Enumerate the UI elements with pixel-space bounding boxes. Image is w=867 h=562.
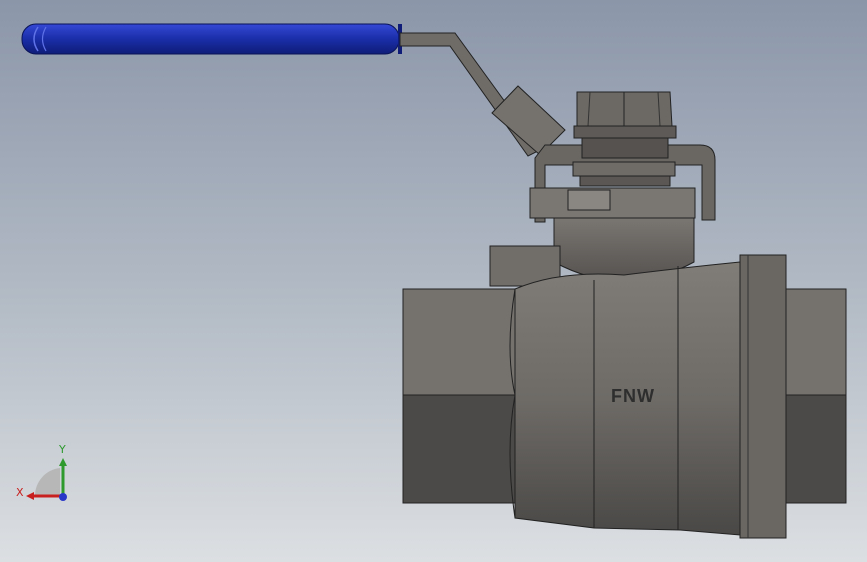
handle-lever[interactable] (399, 32, 566, 157)
ball-valve-model[interactable] (0, 0, 867, 562)
right-end-cap (785, 288, 847, 504)
y-axis-label: Y (59, 443, 66, 456)
x-axis-label: X (16, 486, 24, 499)
brand-marking: FNW (611, 386, 655, 406)
left-end-cap (402, 288, 516, 504)
coordinate-triad (26, 458, 67, 501)
stem-nut (573, 91, 677, 139)
z-axis-icon (59, 493, 67, 501)
cad-viewport[interactable]: FNW X Y (0, 0, 867, 562)
handle-grip[interactable] (21, 23, 402, 55)
stop-plate (529, 137, 716, 223)
